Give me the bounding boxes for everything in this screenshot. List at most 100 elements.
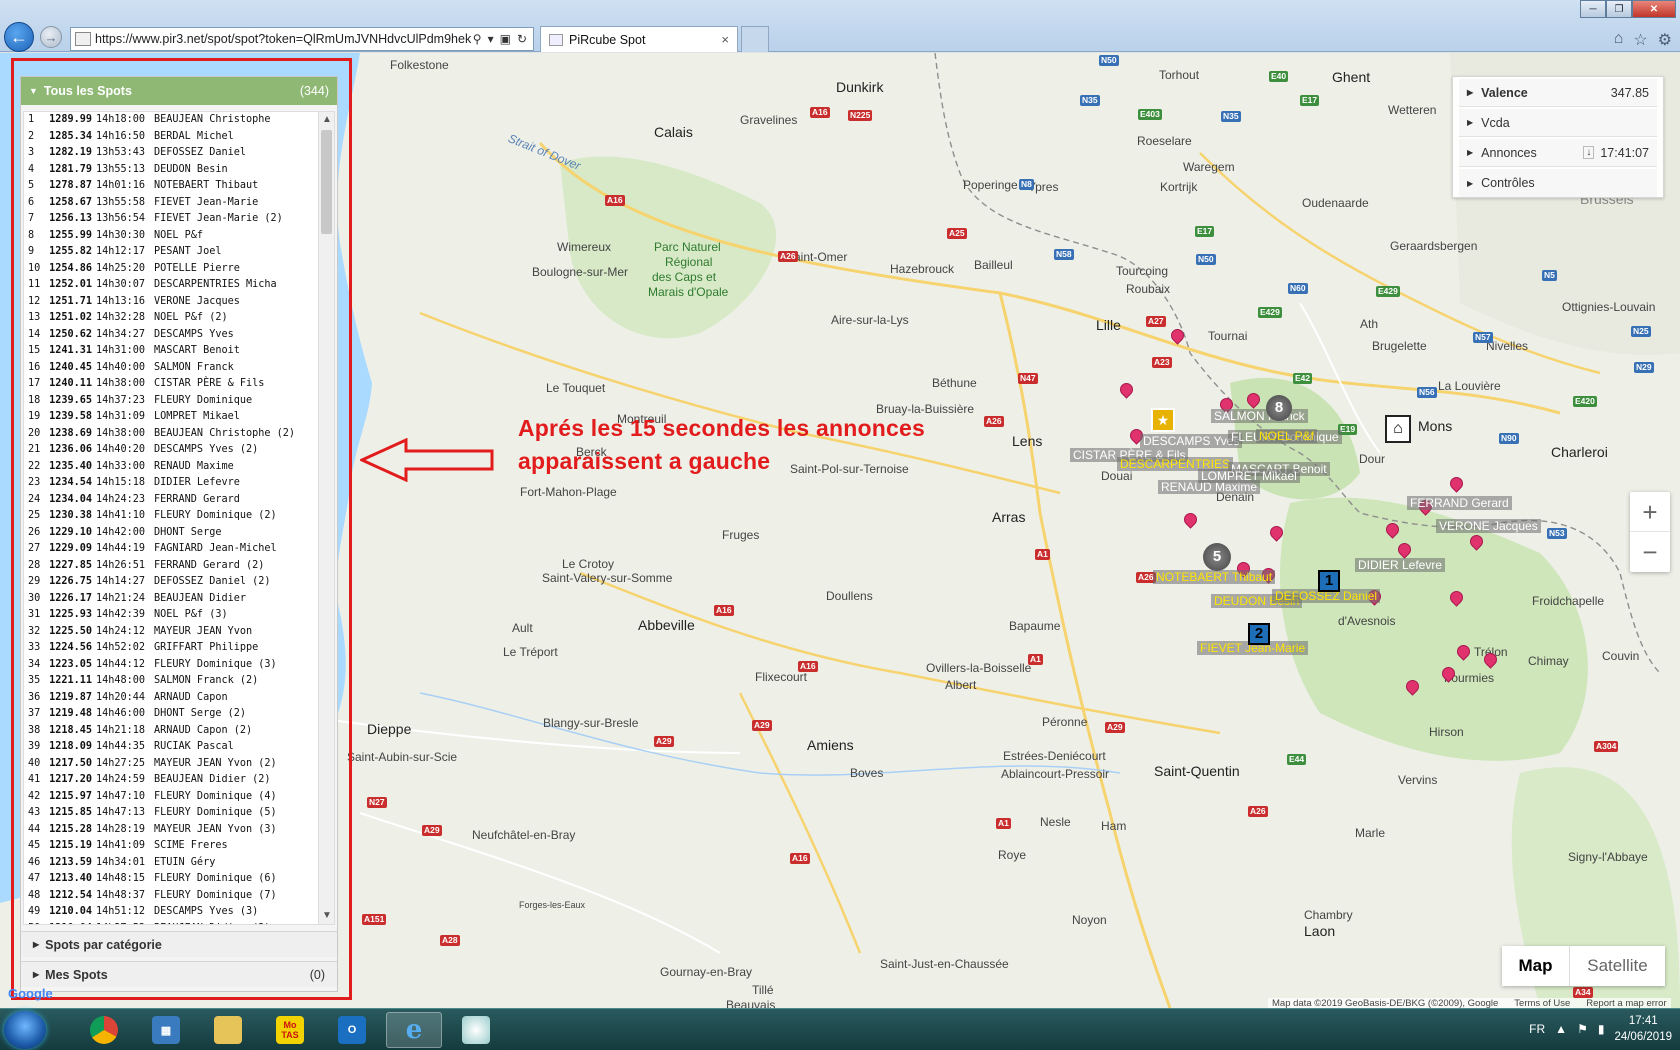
spot-row[interactable]: 48 1212.54 14h48:37 FLEURY Dominique (7) [24,888,318,905]
spot-row[interactable]: 9 1255.82 14h12:17 PESANT Joel [24,244,318,261]
new-tab-button[interactable] [741,26,769,52]
minimize-button[interactable]: ─ [1580,0,1606,18]
spot-row[interactable]: 2 1285.34 14h16:50 BERDAL Michel [24,129,318,146]
spot-row[interactable]: 13 1251.02 14h32:28 NOEL P&f (2) [24,310,318,327]
spot-row[interactable]: 501210.0414h27:53BEAUJEAN Didier (3) [24,921,318,925]
trophy-icon[interactable]: ★ [1151,408,1175,432]
spot-row[interactable]: 34 1223.05 14h44:12 FLEURY Dominique (3) [24,657,318,674]
taskbar-explorer[interactable] [200,1012,256,1048]
tab-close-icon[interactable]: × [721,32,729,47]
spot-row[interactable]: 1 1289.99 14h18:00 BEAUJEAN Christophe [24,112,318,129]
spot-row[interactable]: 19 1239.58 14h31:09 LOMPRET Mikael [24,409,318,426]
taskbar-chrome[interactable] [76,1012,132,1048]
taskbar-ie[interactable]: e [386,1012,442,1048]
close-window-button[interactable]: ✕ [1632,0,1676,18]
mes-spots-header[interactable]: ▶ Mes Spots (0) [21,961,337,987]
controles-row[interactable]: ▶ Contrôles [1459,169,1657,197]
spot-row[interactable]: 44 1215.28 14h28:19 MAYEUR JEAN Yvon (3) [24,822,318,839]
clock[interactable]: 17:41 24/06/2019 [1614,1013,1672,1045]
spot-row[interactable]: 36 1219.87 14h20:44 ARNAUD Capon [24,690,318,707]
spot-row[interactable]: 42 1215.97 14h47:10 FLEURY Dominique (4) [24,789,318,806]
map-spot-label[interactable]: LOMPRET Mikael [1198,469,1300,483]
spot-row[interactable]: 5 1278.87 14h01:16 NOTEBAERT Thibaut [24,178,318,195]
spot-row[interactable]: 32 1225.50 14h24:12 MAYEUR JEAN Yvon [24,624,318,641]
spot-row[interactable]: 26 1229.10 14h42:00 DHONT Serge [24,525,318,542]
spot-row[interactable]: 24 1234.04 14h24:23 FERRAND Gerard [24,492,318,509]
taskbar-outlook[interactable]: O [324,1012,380,1048]
spot-row[interactable]: 37 1219.48 14h46:00 DHONT Serge (2) [24,706,318,723]
tray-arrow-icon[interactable]: ▲ [1555,1022,1567,1036]
valence-row[interactable]: ▶ Valence 347.85 [1459,79,1657,107]
map-type-satellite-button[interactable]: Satellite [1569,946,1665,986]
rank-marker-2[interactable]: 2 [1248,623,1270,645]
rank-marker-1[interactable]: 1 [1318,570,1340,592]
spot-row[interactable]: 23 1234.54 14h15:18 DIDIER Lefevre [24,475,318,492]
taskbar-motas[interactable]: Mo TAS [262,1012,318,1048]
map-spot-label[interactable]: NOEL P&f [1256,429,1317,443]
spot-row[interactable]: 18 1239.65 14h37:23 FLEURY Dominique [24,393,318,410]
home-icon[interactable]: ⌂ [1614,30,1624,50]
dropdown-icon[interactable]: ▾ [488,32,494,46]
spot-row[interactable]: 20 1238.69 14h38:00 BEAUJEAN Christophe (2) [24,426,318,443]
spot-row[interactable]: 25 1230.38 14h41:10 FLEURY Dominique (2) [24,508,318,525]
scroll-thumb[interactable] [321,130,332,234]
restore-button[interactable]: ❐ [1606,0,1632,18]
spot-row[interactable]: 35 1221.11 14h48:00 SALMON Franck (2) [24,673,318,690]
map-type-map-button[interactable]: Map [1502,946,1569,986]
spot-row[interactable]: 21 1236.06 14h40:20 DESCAMPS Yves (2) [24,442,318,459]
spot-row[interactable]: 29 1226.75 14h14:27 DEFOSSEZ Daniel (2) [24,574,318,591]
spot-row[interactable]: 30 1226.17 14h21:24 BEAUJEAN Didier [24,591,318,608]
spot-row[interactable]: 28 1227.85 14h26:51 FERRAND Gerard (2) [24,558,318,575]
spot-row[interactable]: 14 1250.62 14h34:27 DESCAMPS Yves [24,327,318,344]
spot-row[interactable]: 46 1213.59 14h34:01 ETUIN Géry [24,855,318,872]
map-spot-label[interactable]: NOTEBAERT Thibaut [1153,570,1276,584]
spot-row[interactable]: 17 1240.11 14h38:00 CISTAR PÈRE & Fils [24,376,318,393]
spot-row[interactable]: 11 1252.01 14h30:07 DESCARPENTRIES Micha [24,277,318,294]
zoom-in-button[interactable]: + [1630,492,1670,532]
spot-row[interactable]: 8 1255.99 14h30:30 NOEL P&f [24,228,318,245]
rank-marker-8[interactable]: 8 [1266,395,1292,421]
map-spot-label[interactable]: DIDIER Lefevre [1355,558,1446,572]
spot-list-container[interactable]: 1 1289.99 14h18:00 BEAUJEAN Christophe 2 1285… [23,111,335,925]
tab-pircube-spot[interactable]: PiRcube Spot × [540,26,738,52]
start-button[interactable] [4,1011,46,1049]
flag-icon[interactable]: ⚑ [1577,1022,1588,1036]
spot-row[interactable]: 33 1224.56 14h52:02 GRIFFART Philippe [24,640,318,657]
spot-row[interactable]: 38 1218.45 14h21:18 ARNAUD Capon (2) [24,723,318,740]
map-spot-label[interactable]: FERRAND Gerard [1407,496,1512,510]
spot-row[interactable]: 41 1217.20 14h24:59 BEAUJEAN Didier (2) [24,772,318,789]
spot-row[interactable]: 7 1256.13 13h56:54 FIEVET Jean-Marie (2) [24,211,318,228]
back-button[interactable]: ← [4,22,34,52]
settings-gear-icon[interactable]: ⚙ [1658,30,1672,50]
spot-row[interactable]: 45 1215.19 14h41:09 SCIME Freres [24,838,318,855]
map-spot-label[interactable]: SALMON Franck [1211,409,1308,423]
taskbar-network[interactable]: ▦ [138,1012,194,1048]
spot-row[interactable]: 47 1213.40 14h48:15 FLEURY Dominique (6) [24,871,318,888]
battery-icon[interactable]: ▮ [1598,1022,1605,1036]
spot-row[interactable]: 12 1251.71 14h13:16 VERONE Jacques [24,294,318,311]
spot-row[interactable]: 16 1240.45 14h40:00 SALMON Franck [24,360,318,377]
address-bar[interactable]: https://www.pir3.net/spot/spot?token=QlR… [70,27,534,51]
spot-row[interactable]: 43 1215.85 14h47:13 FLEURY Dominique (5) [24,805,318,822]
scroll-down-icon[interactable]: ▼ [319,908,334,924]
home-marker-icon[interactable]: ⌂ [1385,415,1411,443]
spot-row[interactable]: 4 1281.79 13h55:13 DEUDON Besin [24,162,318,179]
rank-marker-5[interactable]: 5 [1203,543,1231,571]
taskbar-paint[interactable] [448,1012,504,1048]
spot-row[interactable]: 15 1241.31 14h31:00 MASCART Benoit [24,343,318,360]
annonces-row[interactable]: ▶ Annonces ↓ 17:41:07 [1459,139,1657,167]
spot-row[interactable]: 27 1229.09 14h44:19 FAGNIARD Jean-Michel [24,541,318,558]
spot-row[interactable]: 31 1225.93 14h42:39 NOEL P&f (3) [24,607,318,624]
lock-icon[interactable]: ▣ [500,32,511,46]
scroll-up-icon[interactable]: ▲ [319,112,334,128]
spot-row[interactable]: 40 1217.50 14h27:25 MAYEUR JEAN Yvon (2) [24,756,318,773]
spot-list-scrollbar[interactable]: ▲ ▼ [318,112,334,924]
map-spot-label[interactable]: VERONE Jacques [1436,519,1541,533]
spot-row[interactable]: 3 1282.19 13h53:43 DEFOSSEZ Daniel [24,145,318,162]
spot-row[interactable]: 49 1210.04 14h51:12 DESCAMPS Yves (3) [24,904,318,921]
spot-row[interactable]: 10 1254.86 14h25:20 POTELLE Pierre [24,261,318,278]
vcda-row[interactable]: ▶ Vcda [1459,109,1657,137]
spots-par-categorie-header[interactable]: ▶ Spots par catégorie [21,931,337,957]
language-indicator[interactable]: FR [1529,1022,1545,1036]
forward-button[interactable]: → [40,26,62,48]
